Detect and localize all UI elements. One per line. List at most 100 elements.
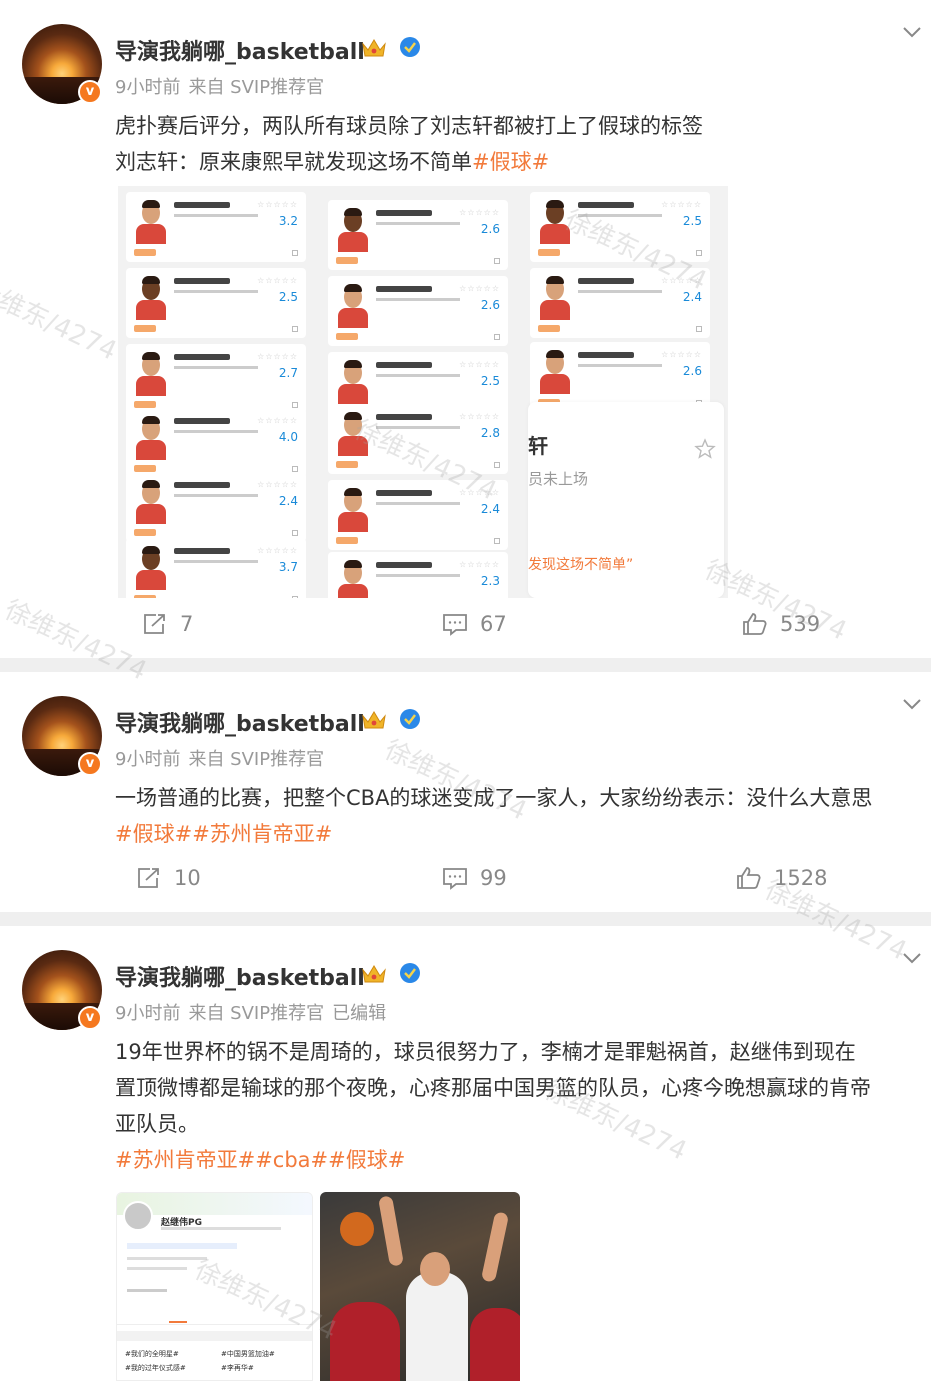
screenshot-line <box>127 1267 187 1270</box>
player-rating-card: ☆☆☆☆☆ 2.8 <box>328 404 508 474</box>
rating-detail-card: 轩 员未上场 发现这场不简单” <box>528 402 724 598</box>
screenshot-section-bar <box>117 1331 312 1341</box>
fake-game-tag <box>134 529 156 536</box>
post-edited: 已编辑 <box>332 1003 387 1024</box>
player-info-bar <box>578 290 662 293</box>
player-rating-card: ☆☆☆☆☆ 3.7 <box>126 538 306 598</box>
fake-game-tag <box>134 401 156 408</box>
player-rating-card: ☆☆☆☆☆ 2.4 <box>530 268 710 338</box>
photo-player-white <box>406 1272 468 1381</box>
screenshot-line <box>127 1243 237 1249</box>
player-info-bar <box>174 494 258 497</box>
player-rating-card: ☆☆☆☆☆ 2.5 <box>126 268 306 338</box>
rating-stars: ☆☆☆☆☆ <box>459 412 500 421</box>
chevron-down-icon[interactable] <box>901 24 923 40</box>
player-photo <box>540 200 570 244</box>
rating-stars: ☆☆☆☆☆ <box>257 416 298 425</box>
hashtag-link[interactable]: #假球# <box>472 150 549 174</box>
fake-game-tag <box>336 333 358 340</box>
comment-icon <box>443 868 467 890</box>
post-text-line: 19年世界杯的锅不是周琦的，球员很努力了，李楠才是罪魁祸首，赵继伟到现在 <box>115 1040 856 1064</box>
comment-count: 67 <box>480 612 507 636</box>
hashtag-link[interactable]: #苏州肯帝亚##cba##假球# <box>115 1146 405 1174</box>
comment-mini-icon <box>494 538 500 544</box>
share-button[interactable]: 10 <box>136 866 201 890</box>
player-name-bar <box>376 562 432 568</box>
player-info-bar <box>174 430 258 433</box>
chevron-down-icon[interactable] <box>901 696 923 712</box>
post-1: v 导演我躺哪_basketball 9小时前 来自 SVIP推荐官 虎扑赛后评分… <box>0 0 931 658</box>
like-icon <box>737 867 761 889</box>
like-button[interactable]: 539 <box>742 612 820 636</box>
player-photo <box>136 200 166 244</box>
like-button[interactable]: 1528 <box>736 866 827 890</box>
post-image-weibo-screenshot[interactable]: 赵继伟PG #我们的全明星# #中国男篮加油# #我的过年仪式感# #李再华# <box>116 1192 313 1381</box>
post-divider <box>0 912 931 926</box>
post-divider <box>0 658 931 672</box>
rating-score: 2.5 <box>480 374 500 388</box>
comment-mini-icon <box>292 530 298 536</box>
rating-card-quote: 发现这场不简单” <box>528 557 634 573</box>
player-name-bar <box>174 278 230 284</box>
share-count: 10 <box>174 866 201 890</box>
ratings-column: ☆☆☆☆☆ 2.6 ☆☆☆☆☆ 2.6 ☆☆☆☆☆ 2.5 ☆☆☆☆☆ 2.8 ☆☆☆☆☆ 2.4… <box>324 186 512 598</box>
post-time: 9小时前 <box>115 1003 181 1024</box>
screenshot-avatar <box>123 1201 153 1231</box>
post-time: 9小时前 <box>115 749 181 770</box>
fake-game-tag <box>538 249 560 256</box>
post-meta: 9小时前 来自 SVIP推荐官 已编辑 <box>115 999 394 1025</box>
player-rating-card: ☆☆☆☆☆ 2.7 <box>126 344 306 414</box>
fake-game-tag <box>336 257 358 264</box>
player-info-bar <box>578 364 662 367</box>
comment-button[interactable]: 99 <box>442 866 507 890</box>
comment-mini-icon <box>494 258 500 264</box>
player-name-bar <box>174 202 230 208</box>
username[interactable]: 导演我躺哪_basketball <box>115 34 365 66</box>
chevron-down-icon[interactable] <box>901 950 923 966</box>
player-info-bar <box>376 374 460 377</box>
rating-score: 2.8 <box>480 426 500 440</box>
crown-icon <box>362 711 386 729</box>
fake-game-tag <box>538 325 560 332</box>
player-name-bar <box>376 286 432 292</box>
username[interactable]: 导演我躺哪_basketball <box>115 706 365 738</box>
rating-score: 2.3 <box>480 574 500 588</box>
player-rating-card: ☆☆☆☆☆ 2.4 <box>126 472 306 542</box>
fake-game-tag <box>134 595 156 598</box>
screenshot-topic: #中国男篮加油# <box>221 1350 275 1358</box>
player-rating-card: ☆☆☆☆☆ 4.0 <box>126 408 306 478</box>
hashtag-link[interactable]: #假球##苏州肯帝亚# <box>115 820 332 848</box>
player-name-bar <box>578 352 634 358</box>
post-image-ratings[interactable]: ☆☆☆☆☆ 3.2 ☆☆☆☆☆ 2.5 ☆☆☆☆☆ 2.7 ☆☆☆☆☆ 4.0 ☆☆☆☆☆ 2.4… <box>118 186 728 598</box>
photo-raised-arm <box>378 1195 404 1267</box>
username[interactable]: 导演我躺哪_basketball <box>115 960 365 992</box>
comment-button[interactable]: 67 <box>442 612 507 636</box>
post-source[interactable]: 来自 SVIP推荐官 <box>188 749 324 770</box>
rating-stars: ☆☆☆☆☆ <box>459 560 500 569</box>
player-photo <box>540 350 570 394</box>
rating-score: 2.5 <box>682 214 702 228</box>
comment-icon <box>443 614 467 636</box>
ratings-column: ☆☆☆☆☆ 3.2 ☆☆☆☆☆ 2.5 ☆☆☆☆☆ 2.7 ☆☆☆☆☆ 4.0 ☆☆☆☆☆ 2.4… <box>122 186 310 598</box>
post-image-basketball-photo[interactable] <box>320 1192 520 1381</box>
player-info-bar <box>578 214 662 217</box>
post-source[interactable]: 来自 SVIP推荐官 <box>188 1003 324 1024</box>
rating-stars: ☆☆☆☆☆ <box>459 284 500 293</box>
player-name-bar <box>174 354 230 360</box>
star-icon <box>694 438 716 459</box>
photo-player-red-left <box>330 1302 400 1381</box>
rating-score: 2.4 <box>480 502 500 516</box>
comment-count: 99 <box>480 866 507 890</box>
player-name-bar <box>376 362 432 368</box>
rating-score: 3.7 <box>278 560 298 574</box>
post-source[interactable]: 来自 SVIP推荐官 <box>188 77 324 98</box>
share-button[interactable]: 7 <box>142 612 193 636</box>
post-text-line: 刘志轩：原来康熙早就发现这场不简单#假球# <box>115 148 549 176</box>
post-time: 9小时前 <box>115 77 181 98</box>
player-info-bar <box>376 574 460 577</box>
player-name-bar <box>578 202 634 208</box>
screenshot-topic: #我的过年仪式感# <box>125 1364 186 1372</box>
rating-score: 2.5 <box>278 290 298 304</box>
player-photo <box>136 276 166 320</box>
v-badge-icon: v <box>78 752 102 776</box>
